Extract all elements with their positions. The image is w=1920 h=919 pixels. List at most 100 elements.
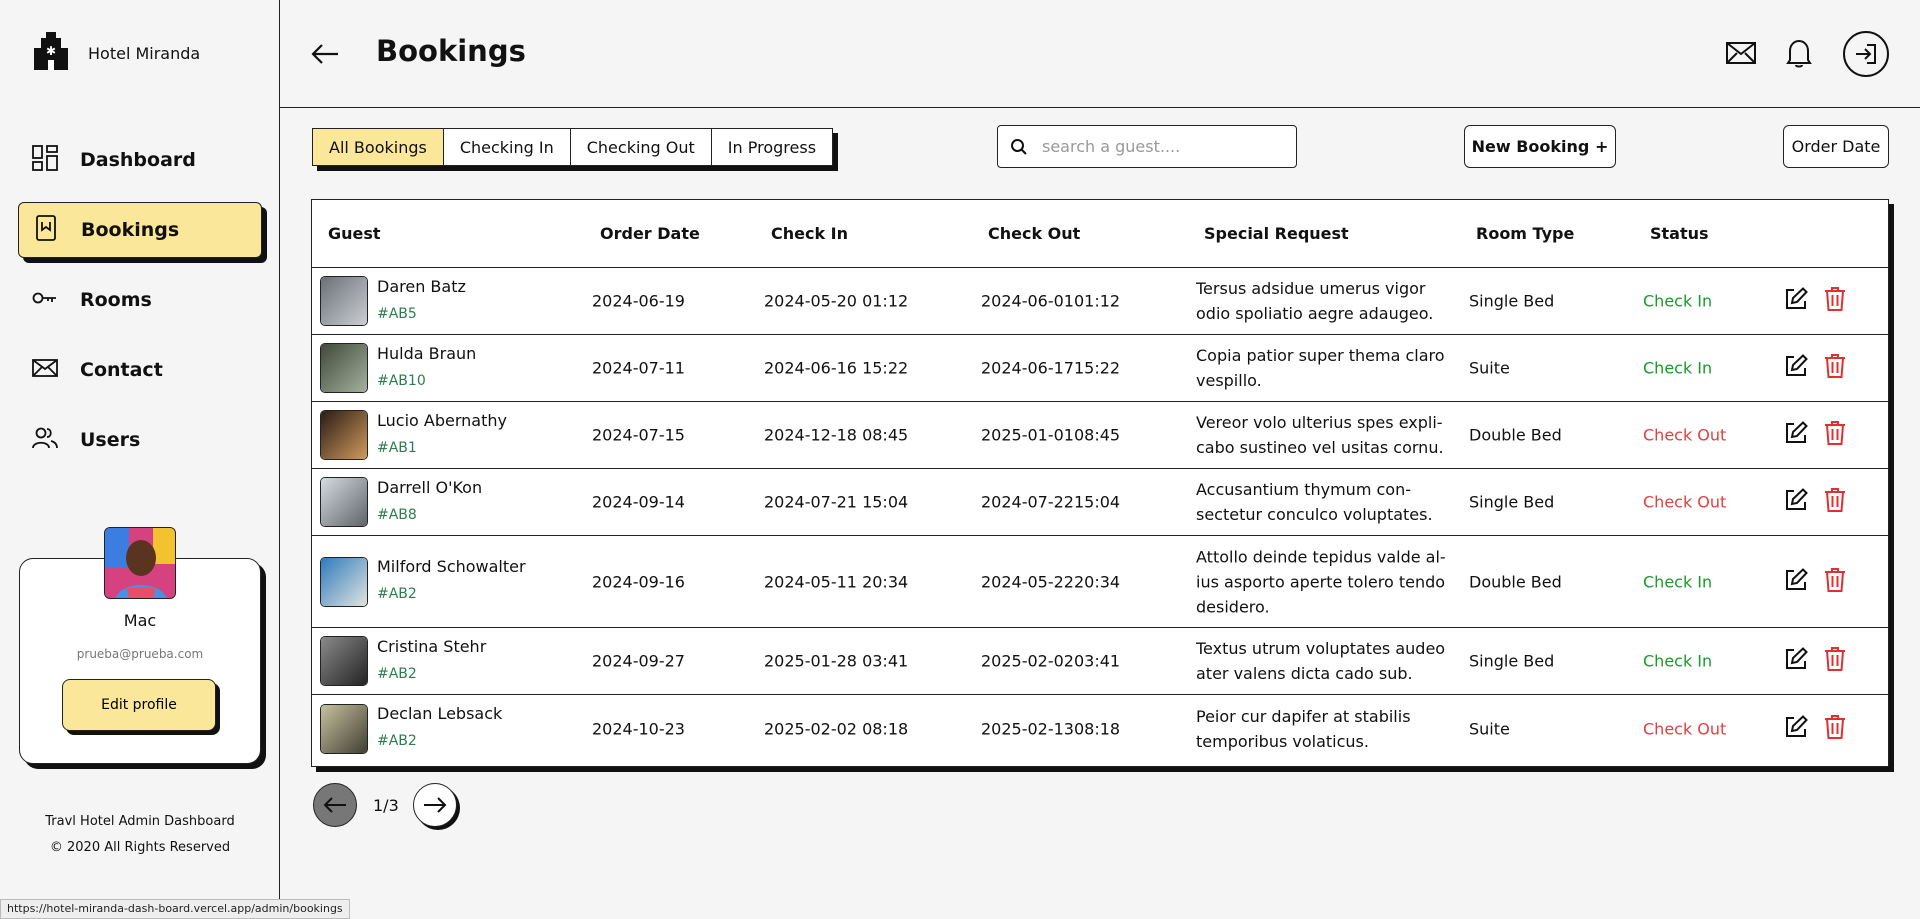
order-date-cell: 2024-06-19 xyxy=(592,291,685,311)
guest-name[interactable]: Declan Lebsack xyxy=(377,704,502,723)
tab-checking-out[interactable]: Checking Out xyxy=(570,129,712,165)
table-row[interactable]: Milford Schowalter #AB2 2024-09-16 2024-… xyxy=(312,536,1888,628)
search-input[interactable] xyxy=(1042,137,1262,156)
delete-icon[interactable] xyxy=(1824,646,1846,676)
room-type-cell: Double Bed xyxy=(1469,425,1562,445)
guest-name[interactable]: Milford Schowalter xyxy=(377,557,526,576)
sidebar-nav: Dashboard Bookings Rooms Contact Users xyxy=(18,132,262,482)
delete-icon[interactable] xyxy=(1824,487,1846,517)
logout-icon[interactable] xyxy=(1843,31,1889,81)
guest-id: #AB10 xyxy=(377,372,426,389)
table-row[interactable]: Declan Lebsack #AB2 2024-10-23 2025-02-0… xyxy=(312,695,1888,762)
guest-id: #AB2 xyxy=(377,665,417,682)
guest-name[interactable]: Darrell O'Kon xyxy=(377,478,482,497)
guest-id: #AB1 xyxy=(377,439,417,456)
key-icon xyxy=(32,285,58,315)
sidebar-item-users[interactable]: Users xyxy=(18,412,262,468)
room-type-cell: Single Bed xyxy=(1469,492,1555,512)
dashboard-icon xyxy=(32,145,58,175)
room-type-cell: Single Bed xyxy=(1469,291,1555,311)
room-type-cell: Single Bed xyxy=(1469,651,1555,671)
order-date-cell: 2024-09-27 xyxy=(592,651,685,671)
table-header: Guest Order Date Check In Check Out Spec… xyxy=(312,200,1888,268)
guest-id: #AB2 xyxy=(377,586,417,602)
sidebar-item-label: Users xyxy=(80,429,141,451)
tab-in-progress[interactable]: In Progress xyxy=(711,129,833,165)
special-request-cell: Accusantium thymum con-sectetur conculco… xyxy=(1196,480,1433,524)
column-header-check-in[interactable]: Check In xyxy=(771,224,848,243)
special-request-cell: Vereor volo ulterius spes expli-cabo sus… xyxy=(1196,413,1444,457)
order-date-cell: 2024-10-23 xyxy=(592,719,685,738)
edit-icon[interactable] xyxy=(1784,647,1808,675)
check-out-cell: 2025-02-1308:18 xyxy=(981,719,1121,738)
guest-name[interactable]: Hulda Braun xyxy=(377,344,476,363)
header: Bookings xyxy=(280,0,1920,108)
column-header-room-type: Room Type xyxy=(1476,224,1575,243)
new-booking-button[interactable]: New Booking + xyxy=(1464,125,1616,168)
guest-id: #AB5 xyxy=(377,305,417,322)
status-badge: Check In xyxy=(1643,651,1713,671)
guest-name[interactable]: Cristina Stehr xyxy=(377,637,486,656)
brand-name: Hotel Miranda xyxy=(88,43,201,63)
sidebar-item-bookings[interactable]: Bookings xyxy=(18,202,262,258)
table-row[interactable]: Cristina Stehr #AB2 2024-09-27 2025-01-2… xyxy=(312,628,1888,695)
next-page-button[interactable] xyxy=(413,783,457,827)
check-out-cell: 2024-05-2220:34 xyxy=(981,572,1121,591)
delete-icon[interactable] xyxy=(1824,286,1846,316)
special-request-cell: Peior cur dapifer at stabilis temporibus… xyxy=(1196,706,1411,751)
search-box xyxy=(997,125,1297,168)
check-out-cell: 2024-07-2215:04 xyxy=(981,492,1121,512)
table-row[interactable]: Darrell O'Kon #AB8 2024-09-14 2024-07-21… xyxy=(312,469,1888,536)
delete-icon[interactable] xyxy=(1824,714,1846,744)
sidebar-item-rooms[interactable]: Rooms xyxy=(18,272,262,328)
status-badge: Check Out xyxy=(1643,719,1727,738)
edit-icon[interactable] xyxy=(1784,714,1808,743)
table-row[interactable]: Hulda Braun #AB10 2024-07-11 2024-06-16 … xyxy=(312,335,1888,402)
sidebar: ✱ Hotel Miranda Dashboard Bookings Rooms… xyxy=(0,0,280,919)
edit-icon[interactable] xyxy=(1784,488,1808,516)
table-row[interactable]: Daren Batz #AB5 2024-06-19 2024-05-20 01… xyxy=(312,268,1888,335)
users-icon xyxy=(32,425,58,455)
back-arrow-icon[interactable] xyxy=(310,40,340,72)
delete-icon[interactable] xyxy=(1824,567,1846,597)
check-in-cell: 2024-06-16 15:22 xyxy=(764,358,909,378)
sidebar-item-label: Dashboard xyxy=(80,149,196,171)
table-body: Daren Batz #AB5 2024-06-19 2024-05-20 01… xyxy=(312,268,1888,762)
profile-email: prueba@prueba.com xyxy=(76,647,204,661)
edit-profile-button[interactable]: Edit profile xyxy=(62,679,216,731)
column-header-status: Status xyxy=(1650,224,1709,243)
tab-checking-in[interactable]: Checking In xyxy=(443,129,571,165)
delete-icon[interactable] xyxy=(1824,420,1846,450)
check-in-cell: 2024-07-21 15:04 xyxy=(764,492,909,512)
edit-icon[interactable] xyxy=(1784,567,1808,596)
guest-name[interactable]: Daren Batz xyxy=(377,277,466,296)
tab-all-bookings[interactable]: All Bookings xyxy=(313,129,444,165)
delete-icon[interactable] xyxy=(1824,353,1846,383)
mail-icon[interactable] xyxy=(1726,41,1756,69)
column-header-order-date[interactable]: Order Date xyxy=(600,224,700,243)
footer-title: Travl Hotel Admin Dashboard xyxy=(45,814,235,829)
column-header-check-out[interactable]: Check Out xyxy=(988,224,1080,243)
bell-icon[interactable] xyxy=(1786,38,1812,72)
guest-photo xyxy=(320,703,368,754)
table-row[interactable]: Lucio Abernathy #AB1 2024-07-15 2024-12-… xyxy=(312,402,1888,469)
sidebar-item-label: Contact xyxy=(80,359,163,381)
status-badge: Check Out xyxy=(1643,425,1727,445)
previous-page-button[interactable] xyxy=(313,783,357,827)
edit-icon[interactable] xyxy=(1784,287,1808,315)
edit-icon[interactable] xyxy=(1784,354,1808,382)
guest-id: #AB8 xyxy=(377,506,417,523)
order-date-cell: 2024-09-14 xyxy=(592,492,685,512)
check-in-cell: 2025-01-28 03:41 xyxy=(764,651,909,671)
guest-name[interactable]: Lucio Abernathy xyxy=(377,411,507,430)
bookmark-icon xyxy=(33,215,59,245)
sidebar-item-dashboard[interactable]: Dashboard xyxy=(18,132,262,188)
room-type-cell: Double Bed xyxy=(1469,572,1562,591)
room-type-cell: Suite xyxy=(1469,358,1510,378)
edit-icon[interactable] xyxy=(1784,421,1808,449)
brand[interactable]: ✱ Hotel Miranda xyxy=(32,32,200,74)
avatar xyxy=(104,527,176,599)
check-in-cell: 2025-02-02 08:18 xyxy=(764,719,909,738)
sidebar-item-contact[interactable]: Contact xyxy=(18,342,262,398)
order-date-button[interactable]: Order Date xyxy=(1783,125,1889,168)
